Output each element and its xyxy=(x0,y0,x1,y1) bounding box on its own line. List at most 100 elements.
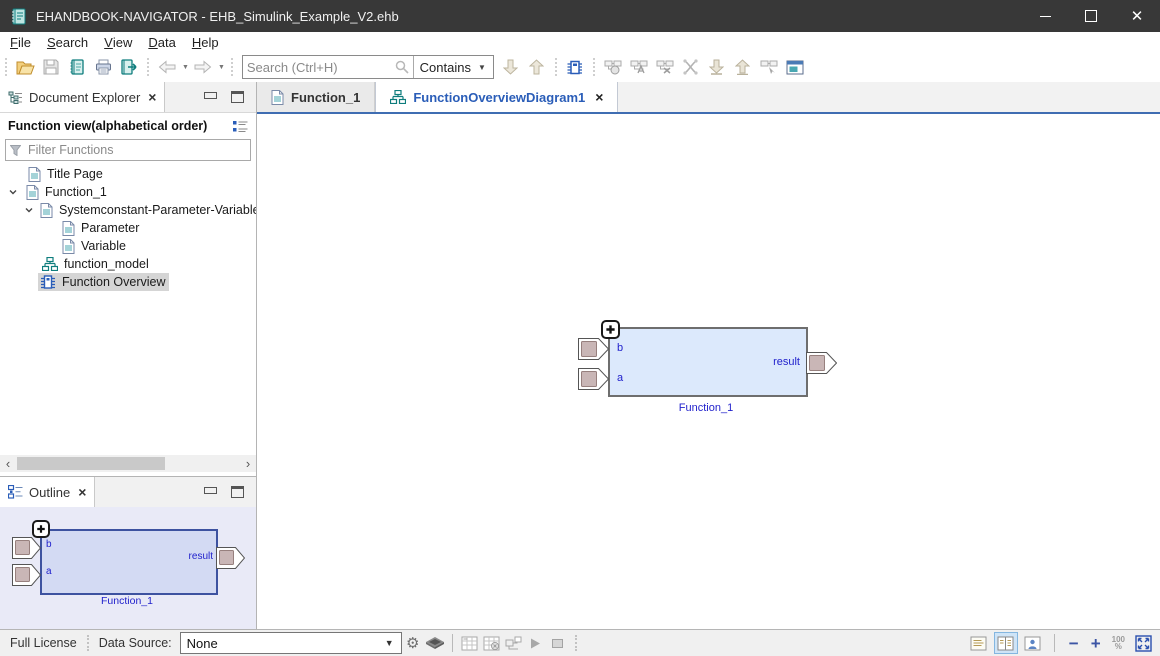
document-icon xyxy=(26,185,39,200)
scrollbar-track[interactable] xyxy=(16,455,240,472)
minimize-panel-icon[interactable] xyxy=(204,92,217,99)
import-data-button[interactable] xyxy=(704,55,730,79)
tab-function-1[interactable]: Function_1 xyxy=(257,82,375,112)
diagram-select-button[interactable] xyxy=(756,55,782,79)
close-button[interactable]: ✕ xyxy=(1114,0,1160,32)
search-mode-dropdown[interactable]: Contains ▼ xyxy=(413,56,493,78)
close-tab-icon[interactable]: × xyxy=(78,484,86,500)
tree-item-function-1[interactable]: Function_1 xyxy=(0,183,256,201)
previous-result-button[interactable] xyxy=(524,55,550,79)
view-menu-icon[interactable] xyxy=(233,120,248,133)
outline-function-block[interactable]: b a result xyxy=(40,529,218,595)
close-tab-icon[interactable]: × xyxy=(148,89,156,105)
data-source-dropdown[interactable]: None ▼ xyxy=(180,632,402,654)
tree-item-systemconstant[interactable]: Systemconstant-Parameter-Variable-( xyxy=(0,201,256,219)
chevron-down-icon[interactable] xyxy=(24,205,34,215)
tab-outline[interactable]: Outline × xyxy=(0,477,95,507)
tree-item-function-overview[interactable]: Function Overview xyxy=(0,273,256,291)
export-data-button[interactable] xyxy=(730,55,756,79)
next-result-button[interactable] xyxy=(498,55,524,79)
zoom-100-button[interactable]: 100 % xyxy=(1109,636,1128,650)
function-block[interactable]: b a result xyxy=(608,327,808,397)
tree-item-label: Function Overview xyxy=(62,275,166,289)
export-handbook-button[interactable] xyxy=(116,55,142,79)
tree-item-function-model[interactable]: function_model xyxy=(0,255,256,273)
fit-to-view-icon[interactable] xyxy=(1132,633,1154,653)
expand-block-icon[interactable] xyxy=(32,520,50,538)
document-icon xyxy=(271,90,284,105)
tree-item-variable[interactable]: Variable xyxy=(0,237,256,255)
filter-functions-input[interactable] xyxy=(26,142,246,158)
save-button[interactable] xyxy=(38,55,64,79)
presentation-view-icon[interactable] xyxy=(1022,633,1044,653)
menu-search[interactable]: Search xyxy=(39,32,96,52)
search-box: Contains ▼ xyxy=(242,55,494,79)
tab-label: Document Explorer xyxy=(29,90,140,105)
data-settings-gear-icon[interactable]: ⚙ xyxy=(402,633,424,653)
block-name-label: Function_1 xyxy=(40,595,214,607)
output-port-label: result xyxy=(189,551,213,562)
ecu-icon[interactable] xyxy=(424,633,446,653)
tree-item-label: Systemconstant-Parameter-Variable-( xyxy=(59,203,256,217)
back-history-dropdown[interactable]: ▼ xyxy=(182,64,189,71)
output-port-result[interactable] xyxy=(216,547,245,569)
search-input[interactable] xyxy=(243,60,391,75)
model-diagram-icon xyxy=(390,90,406,104)
open-handbook-button[interactable] xyxy=(64,55,90,79)
diagram-canvas[interactable]: b a result Function_1 xyxy=(257,114,1160,630)
tree-item-label: Parameter xyxy=(81,221,139,235)
document-icon xyxy=(28,167,41,182)
menu-help[interactable]: Help xyxy=(184,32,227,52)
tab-function-overview-diagram1[interactable]: FunctionOverviewDiagram1 × xyxy=(375,82,618,112)
input-port-a[interactable] xyxy=(12,564,41,586)
scrollbar-thumb[interactable] xyxy=(17,457,165,470)
single-page-view-icon[interactable] xyxy=(968,633,990,653)
outline-viewport[interactable]: b a result Function_1 xyxy=(0,507,256,630)
diagram-remove-button[interactable] xyxy=(652,55,678,79)
application-window: EHANDBOOK-NAVIGATOR - EHB_Simulink_Examp… xyxy=(0,0,1160,656)
maximize-panel-icon[interactable] xyxy=(231,486,244,498)
output-port-result[interactable] xyxy=(806,352,837,374)
forward-button[interactable] xyxy=(190,55,216,79)
diagram-annotation-button[interactable] xyxy=(626,55,652,79)
split-view-icon[interactable] xyxy=(994,632,1018,654)
zoom-in-button[interactable]: + xyxy=(1087,635,1105,652)
close-tab-icon[interactable]: × xyxy=(595,89,603,105)
back-button[interactable] xyxy=(154,55,180,79)
maximize-panel-icon[interactable] xyxy=(231,91,244,103)
statusbar: Full License Data Source: None ▼ ⚙ xyxy=(0,629,1160,656)
print-button[interactable] xyxy=(90,55,116,79)
scroll-right-icon[interactable]: › xyxy=(240,455,256,472)
search-mode-value: Contains xyxy=(420,60,471,75)
minimize-button[interactable] xyxy=(1022,0,1068,32)
maximize-icon xyxy=(1085,10,1097,22)
tab-document-explorer[interactable]: Document Explorer × xyxy=(0,82,165,112)
chevron-down-icon[interactable] xyxy=(6,187,20,197)
window-title: EHANDBOOK-NAVIGATOR - EHB_Simulink_Examp… xyxy=(36,9,399,24)
input-port-b[interactable] xyxy=(578,338,609,360)
view-title-row: Function view(alphabetical order) xyxy=(0,113,256,137)
tree-item-parameter[interactable]: Parameter xyxy=(0,219,256,237)
scroll-left-icon[interactable]: ‹ xyxy=(0,455,16,472)
branch-compare-button[interactable] xyxy=(678,55,704,79)
view-title: Function view(alphabetical order) xyxy=(8,119,207,133)
filter-box xyxy=(5,139,251,161)
menu-data[interactable]: Data xyxy=(140,32,183,52)
menubar: File Search View Data Help xyxy=(0,32,1160,52)
menu-file[interactable]: File xyxy=(0,32,39,52)
open-file-button[interactable] xyxy=(12,55,38,79)
menu-view[interactable]: View xyxy=(96,32,140,52)
show-window-button[interactable] xyxy=(782,55,808,79)
expand-block-icon[interactable] xyxy=(601,320,620,339)
minimize-panel-icon[interactable] xyxy=(204,487,217,494)
zoom-out-button[interactable]: − xyxy=(1065,635,1083,652)
input-port-b[interactable] xyxy=(12,537,41,559)
function-overview-button[interactable] xyxy=(562,55,588,79)
input-port-a[interactable] xyxy=(578,368,609,390)
tree-item-title-page[interactable]: Title Page xyxy=(0,165,256,183)
diagram-parameter-button[interactable] xyxy=(600,55,626,79)
tree-item-label: Title Page xyxy=(47,167,103,181)
forward-history-dropdown[interactable]: ▼ xyxy=(218,64,225,71)
tree-item-label: function_model xyxy=(64,257,149,271)
maximize-button[interactable] xyxy=(1068,0,1114,32)
